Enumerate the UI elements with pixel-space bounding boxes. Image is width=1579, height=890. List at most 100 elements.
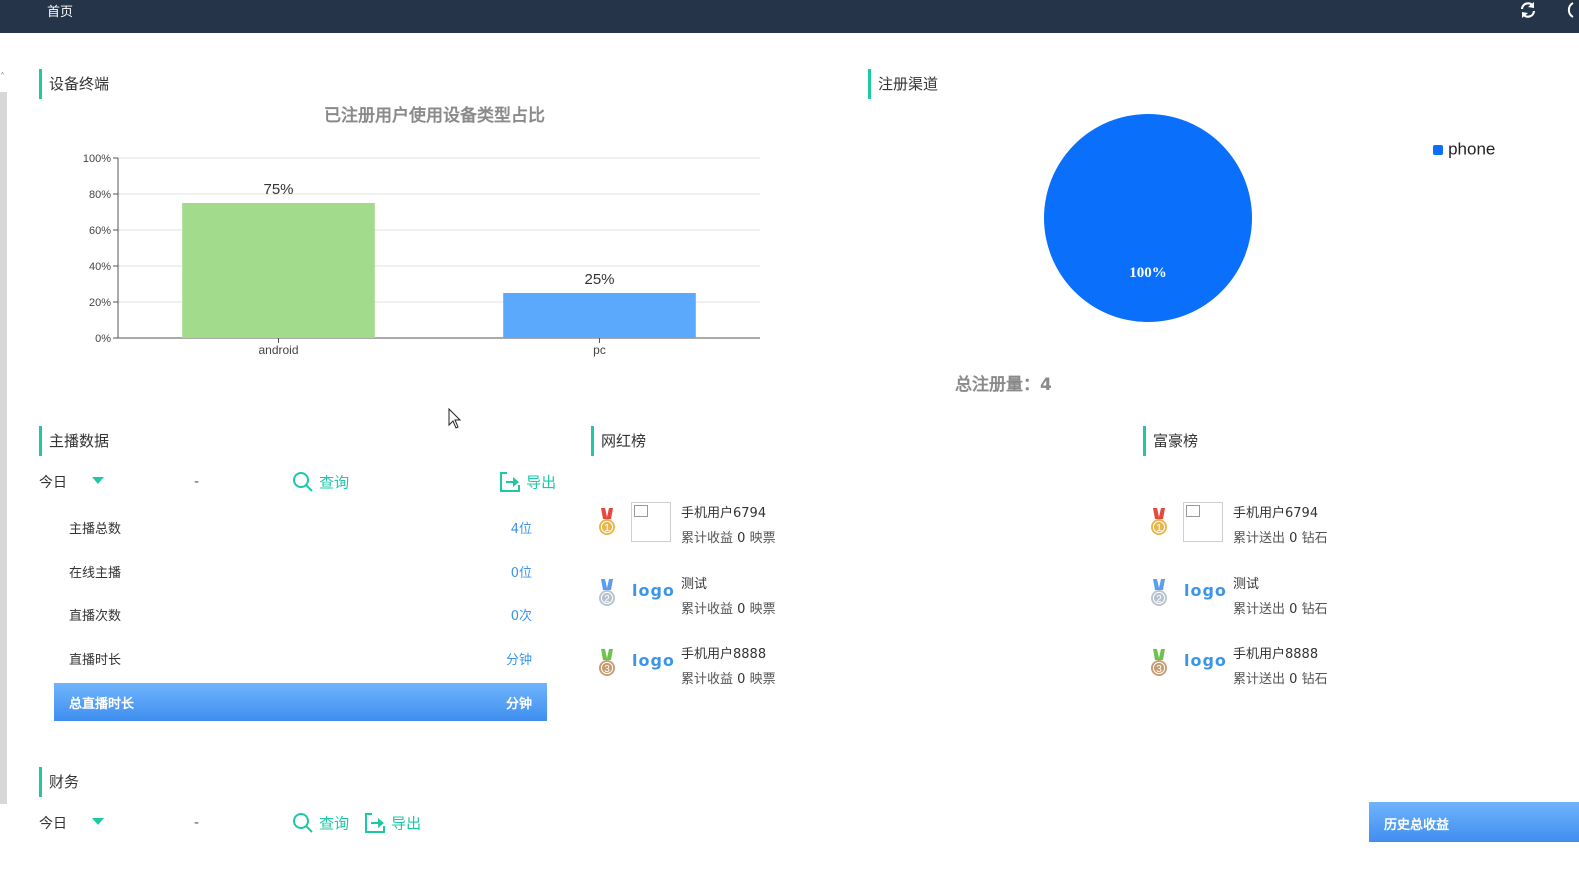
avatar-broken-image [631, 502, 671, 542]
stat-value: 0次 [510, 609, 532, 624]
user-metric: 累计送出 0 钻石 [1233, 598, 1328, 617]
y-tick-label: 80% [89, 189, 111, 201]
avatar-logo: logo [1184, 581, 1227, 600]
user-name: 手机用户8888 [681, 647, 767, 662]
avatar-logo: logo [1184, 651, 1227, 670]
fullscreen-icon[interactable] [1561, 0, 1579, 20]
export-button[interactable]: 导出 [499, 471, 556, 493]
query-button-label: 查询 [319, 473, 350, 492]
section-title-finance: 财务 [39, 767, 79, 797]
legend-swatch [1433, 144, 1443, 155]
user-name: 手机用户6794 [681, 506, 767, 521]
pie-slice-phone [1044, 114, 1252, 322]
cursor-icon [448, 408, 462, 429]
rank-number: 3 [1156, 664, 1162, 675]
avatar-logo: logo [632, 651, 675, 670]
user-metric: 累计收益 0 映票 [681, 527, 776, 546]
query-button[interactable]: 查询 [292, 471, 349, 493]
y-tick-label: 0% [95, 333, 111, 345]
medal-icon: 2 [1151, 579, 1167, 606]
y-tick-label: 100% [83, 153, 111, 165]
stat-value: 分钟 [505, 697, 532, 712]
bar-android [182, 203, 375, 338]
user-metric: 累计收益 0 映票 [681, 668, 776, 687]
search-icon [293, 472, 313, 492]
finance-period-value: 今日 [39, 816, 67, 832]
rank-number: 2 [604, 594, 610, 605]
stat-row-live-count: 直播次数 0次 [54, 595, 547, 633]
metric-amount: 0 [1289, 602, 1298, 617]
pie-legend: phone [1433, 139, 1495, 160]
metric-amount: 0 [1289, 672, 1298, 687]
user-metric: 累计收益 0 映票 [681, 598, 776, 617]
dropdown-caret-icon[interactable] [92, 477, 104, 485]
rank-number: 1 [1156, 523, 1162, 534]
search-icon [293, 813, 313, 833]
metric-unit: 钻石 [1301, 531, 1328, 546]
rank-medal-1: 1 [597, 508, 617, 542]
bar-data-label: 25% [584, 271, 614, 288]
y-tick-label: 20% [89, 297, 111, 309]
stat-value: 分钟 [505, 653, 532, 668]
total-registrations: 总注册量：4 [955, 375, 1052, 395]
y-tick-label: 40% [89, 261, 111, 273]
channel-pie-chart: 100% [1044, 114, 1252, 322]
finance-date-separator: - [194, 815, 200, 831]
metric-label: 累计收益 [681, 672, 734, 687]
pie-data-label: 100% [1129, 265, 1167, 281]
export-icon [500, 472, 520, 492]
stat-row-live-duration: 直播时长 分钟 [54, 639, 547, 677]
bar-data-label: 75% [263, 181, 293, 198]
metric-amount: 0 [737, 531, 746, 546]
rank-number: 3 [604, 664, 610, 675]
rank-medal-3: 3 [1149, 649, 1169, 683]
avatar-logo: logo [632, 581, 675, 600]
stat-row-anchor-total: 主播总数 4位 [54, 508, 547, 546]
dropdown-caret-icon[interactable] [92, 818, 104, 826]
period-select[interactable]: 今日 [39, 472, 67, 492]
finance-period-select[interactable]: 今日 [39, 813, 67, 833]
user-metric: 累计送出 0 钻石 [1233, 668, 1328, 687]
metric-label: 累计送出 [1233, 672, 1286, 687]
medal-icon: 3 [599, 649, 615, 676]
user-name: 手机用户8888 [1233, 647, 1319, 662]
x-tick-label: android [258, 343, 298, 357]
rank-number: 1 [604, 523, 610, 534]
export-button-label: 导出 [526, 473, 557, 492]
metric-label: 累计收益 [681, 602, 734, 617]
user-name: 测试 [1233, 577, 1260, 592]
finance-query-label: 查询 [319, 814, 350, 833]
refresh-icon[interactable] [1519, 1, 1537, 19]
history-income-button[interactable]: 历史总收益 [1369, 802, 1579, 842]
metric-label: 累计收益 [681, 531, 734, 546]
finance-export-label: 导出 [391, 814, 422, 833]
medal-icon: 1 [1151, 508, 1167, 535]
rank-medal-1: 1 [1149, 508, 1169, 542]
finance-export-button[interactable]: 导出 [364, 812, 421, 834]
rank-medal-2: 2 [1149, 579, 1169, 613]
date-range-separator: - [194, 474, 200, 490]
legend-label: phone [1448, 139, 1496, 159]
y-tick-label: 60% [89, 225, 111, 237]
section-title-star-ranking: 网红榜 [591, 426, 646, 456]
finance-query-button[interactable]: 查询 [292, 812, 349, 834]
avatar-broken-image [1183, 502, 1223, 542]
stat-label: 主播总数 [69, 522, 122, 537]
medal-icon: 3 [1151, 649, 1167, 676]
stat-row-online-anchors: 在线主播 0位 [54, 552, 547, 590]
x-tick-label: pc [593, 343, 606, 357]
metric-unit: 映票 [749, 531, 776, 546]
rank-medal-3: 3 [597, 649, 617, 683]
period-select-value: 今日 [39, 475, 67, 491]
stat-label: 直播次数 [69, 609, 122, 624]
stat-value: 4位 [510, 522, 532, 537]
stat-label: 直播时长 [69, 653, 122, 668]
user-metric: 累计送出 0 钻石 [1233, 527, 1328, 546]
bar-pc [503, 293, 696, 338]
rank-number: 2 [1156, 594, 1162, 605]
metric-unit: 钻石 [1301, 672, 1328, 687]
section-title-rich-ranking: 富豪榜 [1143, 426, 1198, 456]
device-bar-chart: 0% 20% 40% 60% 80% 100% 75% android 25% pc [83, 153, 760, 357]
metric-label: 累计送出 [1233, 602, 1286, 617]
section-title-channel: 注册渠道 [868, 69, 938, 99]
